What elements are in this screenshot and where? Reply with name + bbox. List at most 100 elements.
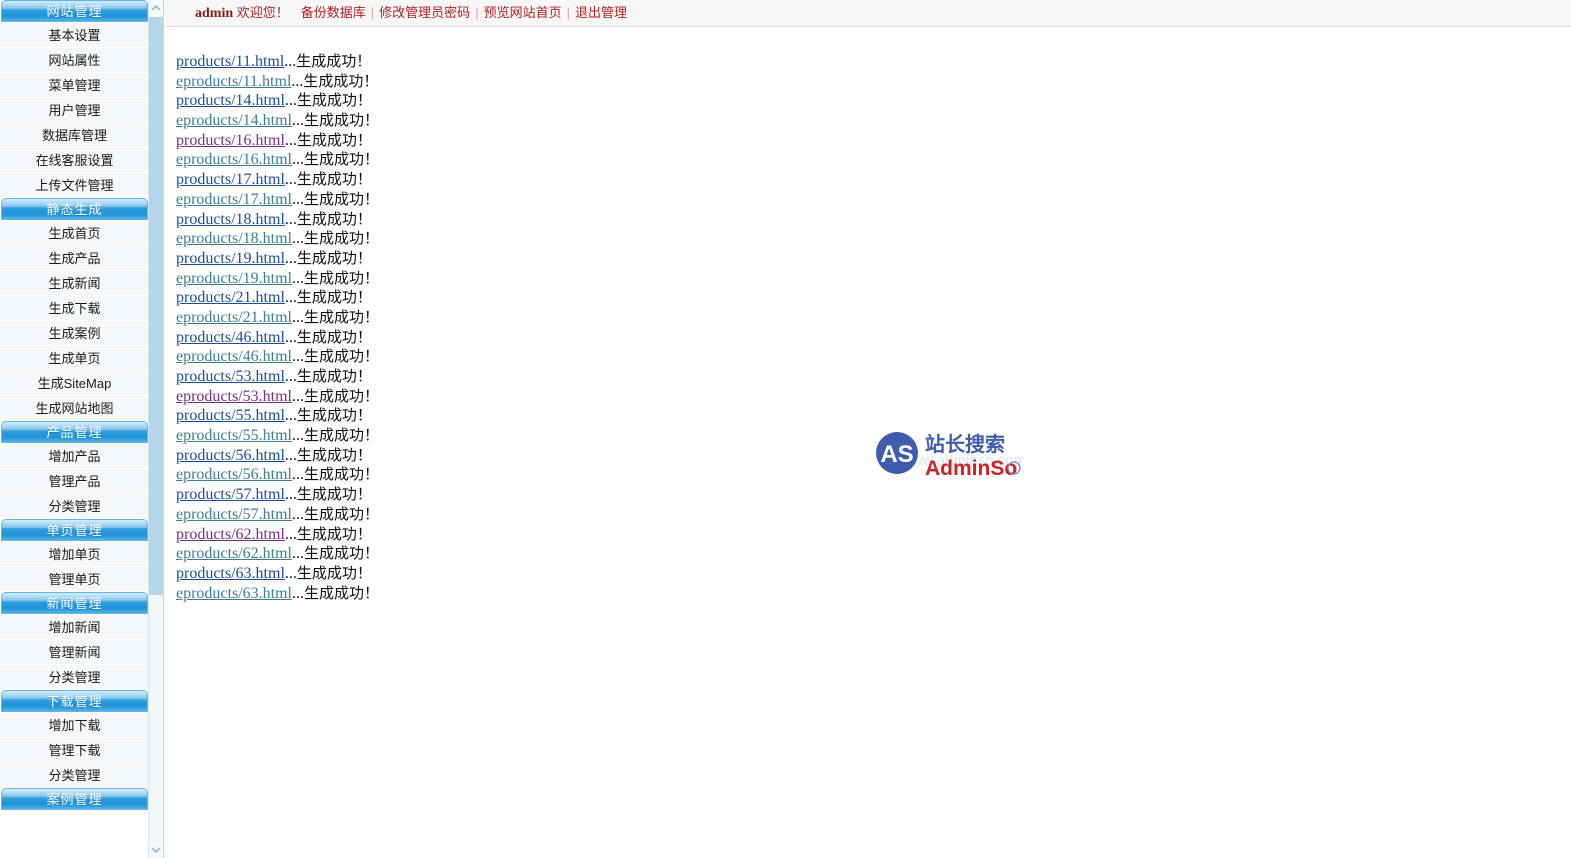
generation-status-text: 生成成功！ (296, 131, 372, 149)
welcome-text: 欢迎您！ (236, 5, 289, 20)
generation-row: products/18.html...生成成功！ (176, 210, 379, 230)
sidebar-item[interactable]: 生成产品 (0, 246, 149, 271)
generation-status-text: 生成成功！ (296, 564, 372, 582)
nav-group-header[interactable]: 网站管理 (1, 0, 148, 22)
nav-group-header[interactable]: 下载管理 (1, 690, 148, 712)
generation-status-text: 生成成功！ (303, 190, 379, 208)
sidebar-item[interactable]: 增加产品 (0, 444, 149, 469)
generated-file-link[interactable]: eproducts/19.html (176, 270, 292, 287)
generation-status-text: 生成成功！ (303, 387, 379, 405)
ellipsis-text: ... (291, 190, 304, 208)
generated-file-link[interactable]: eproducts/16.html (176, 151, 292, 168)
nav-group-header[interactable]: 单页管理 (1, 519, 148, 541)
sidebar-item[interactable]: 增加下载 (0, 713, 149, 738)
sidebar-item[interactable]: 管理产品 (0, 469, 149, 494)
top-bar: admin 欢迎您！ 备份数据库 | 修改管理员密码 | 预览网站首页 | 退出管理 (165, 0, 1571, 27)
generated-file-link[interactable]: products/63.html (176, 565, 285, 582)
topbar-link[interactable]: 备份数据库 (297, 5, 370, 20)
ellipsis-text: ... (284, 368, 297, 385)
generated-file-link[interactable]: products/21.html (176, 289, 285, 306)
generated-file-link[interactable]: eproducts/55.html (176, 427, 292, 444)
generated-file-link[interactable]: eproducts/53.html (176, 388, 292, 405)
topbar-link[interactable]: 退出管理 (571, 5, 631, 20)
nav-group-header[interactable]: 案例管理 (1, 788, 148, 810)
sidebar-item[interactable]: 在线客服设置 (0, 148, 149, 173)
sidebar-scrollbar[interactable] (148, 0, 163, 858)
generated-file-link[interactable]: eproducts/63.html (176, 585, 292, 602)
generated-file-link[interactable]: products/18.html (176, 211, 285, 228)
generation-status-text: 生成成功！ (303, 230, 379, 248)
chevron-up-icon (151, 4, 161, 12)
sidebar-item[interactable]: 生成单页 (0, 346, 149, 371)
sidebar-item[interactable]: 生成案例 (0, 321, 149, 346)
sidebar-item[interactable]: 生成网站地图 (0, 396, 149, 421)
ellipsis-text: ... (291, 427, 304, 445)
generation-status-text: 生成成功！ (296, 368, 372, 385)
generated-file-link[interactable]: products/14.html (176, 92, 285, 109)
generated-file-link[interactable]: eproducts/18.html (176, 230, 292, 247)
generated-file-link[interactable]: products/19.html (176, 250, 285, 267)
generation-status-text: 生成成功！ (303, 466, 379, 484)
sidebar-item[interactable]: 菜单管理 (0, 73, 149, 98)
topbar-link[interactable]: 预览网站首页 (480, 5, 566, 20)
generation-status-text: 生成成功！ (303, 112, 379, 130)
sidebar-item[interactable]: 生成新闻 (0, 271, 149, 296)
sidebar-item[interactable]: 上传文件管理 (0, 173, 149, 198)
current-user: admin (195, 6, 234, 21)
sidebar-item[interactable]: 管理新闻 (0, 640, 149, 665)
generated-file-link[interactable]: eproducts/11.html (176, 73, 291, 90)
nav-group-header[interactable]: 新闻管理 (1, 592, 148, 614)
ellipsis-text: ... (291, 387, 304, 405)
sidebar-item[interactable]: 管理下载 (0, 738, 149, 763)
nav-group: 下载管理 增加下载 管理下载 分类管理 (0, 690, 149, 788)
generated-file-link[interactable]: products/56.html (176, 447, 285, 464)
generated-file-link[interactable]: eproducts/62.html (176, 545, 292, 562)
generated-file-link[interactable]: products/11.html (176, 53, 284, 70)
ellipsis-text: ... (291, 308, 304, 326)
sidebar-item[interactable]: 用户管理 (0, 98, 149, 123)
scroll-up-button[interactable] (149, 0, 163, 16)
generated-file-link[interactable]: products/17.html (176, 171, 285, 188)
generated-file-link[interactable]: products/62.html (176, 526, 285, 543)
scroll-down-button[interactable] (149, 842, 163, 858)
generated-file-link[interactable]: products/53.html (176, 368, 285, 385)
generated-file-link[interactable]: eproducts/17.html (176, 191, 292, 208)
sidebar-item[interactable]: 分类管理 (0, 494, 149, 519)
svg-text:AdminSo: AdminSo (925, 457, 1017, 480)
ellipsis-text: ... (291, 72, 304, 90)
nav-group-header[interactable]: 产品管理 (1, 421, 148, 443)
generated-file-link[interactable]: products/16.html (176, 132, 285, 149)
sidebar-item[interactable]: 增加新闻 (0, 615, 149, 640)
generation-row: products/14.html...生成成功！ (176, 91, 379, 111)
ellipsis-text: ... (291, 348, 304, 366)
generated-file-link[interactable]: eproducts/14.html (176, 112, 292, 129)
generated-file-link[interactable]: eproducts/57.html (176, 506, 292, 523)
nav-group: 产品管理 增加产品 管理产品 分类管理 (0, 421, 149, 519)
sidebar-item[interactable]: 基本设置 (0, 23, 149, 48)
generated-file-link[interactable]: products/55.html (176, 407, 285, 424)
sidebar-item[interactable]: 网站属性 (0, 48, 149, 73)
ellipsis-text: ... (284, 486, 297, 504)
ellipsis-text: ... (284, 210, 297, 228)
sidebar-item[interactable]: 生成首页 (0, 221, 149, 246)
sidebar-item[interactable]: 生成下载 (0, 296, 149, 321)
nav-group: 案例管理 (0, 788, 149, 810)
sidebar-item[interactable]: 增加单页 (0, 542, 149, 567)
sidebar-item[interactable]: 分类管理 (0, 665, 149, 690)
topbar-link[interactable]: 修改管理员密码 (375, 5, 474, 20)
generated-file-link[interactable]: eproducts/21.html (176, 309, 292, 326)
scrollbar-thumb[interactable] (149, 17, 163, 595)
sidebar-item[interactable]: 数据库管理 (0, 123, 149, 148)
generated-file-link[interactable]: products/46.html (176, 329, 285, 346)
sidebar-item[interactable]: 分类管理 (0, 763, 149, 788)
nav-group-title: 单页管理 (46, 523, 103, 538)
generated-file-link[interactable]: eproducts/56.html (176, 466, 292, 483)
sidebar-item[interactable]: 生成SiteMap (0, 371, 149, 396)
sidebar-item[interactable]: 管理单页 (0, 567, 149, 592)
generated-file-link[interactable]: products/57.html (176, 486, 285, 503)
generated-file-link[interactable]: eproducts/46.html (176, 348, 292, 365)
generation-row: products/21.html...生成成功！ (176, 288, 379, 308)
ellipsis-text: ... (291, 230, 304, 248)
ellipsis-text: ... (284, 446, 297, 464)
nav-group-header[interactable]: 静态生成 (1, 198, 148, 220)
